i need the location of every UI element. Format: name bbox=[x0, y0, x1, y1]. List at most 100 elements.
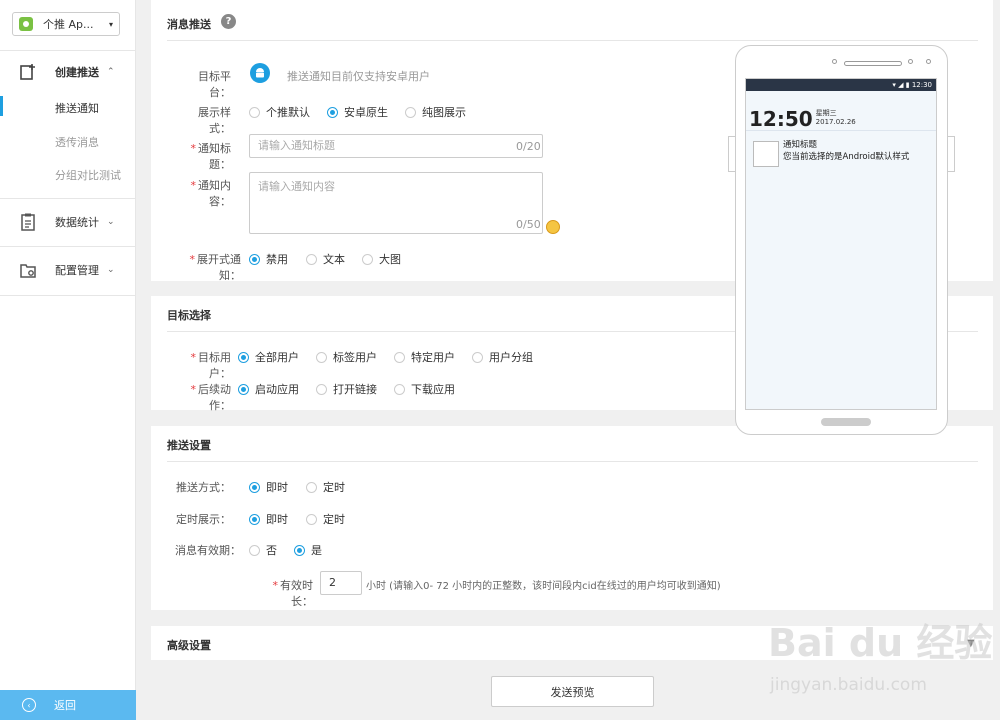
section-title: 消息推送 bbox=[167, 18, 211, 31]
push-mode-label: 推送方式： bbox=[176, 481, 231, 494]
notif-title: 通知标题 bbox=[783, 140, 818, 150]
back-button[interactable]: ‹ 返回 bbox=[0, 690, 136, 720]
radio-circle bbox=[362, 253, 373, 265]
nav-config[interactable]: 配置管理 ⌄ bbox=[0, 260, 136, 280]
radio-circle-selected bbox=[294, 544, 305, 556]
radio-label: 定时 bbox=[323, 513, 345, 526]
radio-launch-app[interactable]: 启动应用 bbox=[238, 381, 299, 397]
radio-circle bbox=[405, 106, 416, 118]
chevron-up-icon: ⌃ bbox=[107, 67, 115, 77]
radio-label: 文本 bbox=[323, 253, 345, 266]
radio-label: 打开链接 bbox=[333, 383, 377, 396]
divider bbox=[0, 295, 136, 296]
nav-config-label: 配置管理 bbox=[55, 264, 99, 277]
radio-label: 大图 bbox=[379, 253, 401, 266]
dropdown-arrow-icon: ▾ bbox=[108, 19, 113, 29]
back-arrow-icon: ‹ bbox=[22, 698, 36, 712]
app-selector[interactable]: 个推 Ap... ▾ bbox=[12, 12, 120, 36]
divider bbox=[0, 50, 136, 51]
radio-circle-selected bbox=[249, 481, 260, 493]
radio-user-group[interactable]: 用户分组 bbox=[472, 349, 533, 365]
radio-label: 即时 bbox=[266, 481, 288, 494]
radio-label: 启动应用 bbox=[255, 383, 299, 396]
radio-expand-image[interactable]: 大图 bbox=[362, 251, 401, 267]
config-icon bbox=[18, 260, 38, 280]
validity-label: 消息有效期： bbox=[175, 544, 241, 557]
radio-circle-selected bbox=[238, 383, 249, 395]
side-button bbox=[728, 136, 736, 172]
radio-label: 安卓原生 bbox=[344, 106, 388, 119]
radio-label: 是 bbox=[311, 544, 322, 557]
platform-note: 推送通知目前仅支持安卓用户 bbox=[287, 70, 430, 83]
radio-style-default[interactable]: 个推默认 bbox=[249, 104, 310, 120]
radio-circle bbox=[306, 253, 317, 265]
radio-style-image[interactable]: 纯图展示 bbox=[405, 104, 466, 120]
followup-action-label: * 后续动作： bbox=[190, 383, 232, 412]
emoji-icon[interactable] bbox=[546, 220, 560, 234]
sidebar-item-passthrough-message[interactable]: 透传消息 bbox=[55, 134, 99, 150]
clock-time: 12:50 bbox=[749, 107, 813, 131]
help-icon[interactable]: ? bbox=[221, 14, 236, 29]
divider bbox=[0, 246, 136, 247]
duration-note: 小时 (请输入0- 72 小时内的正整数，该时间段内cid在线过的用户均可收到通… bbox=[366, 581, 721, 592]
notif-content-textarea[interactable]: 请输入通知内容 bbox=[249, 172, 543, 234]
radio-label: 即时 bbox=[266, 513, 288, 526]
notif-text: 通知标题 您当前选择的是Android默认样式 bbox=[783, 139, 909, 167]
radio-circle bbox=[472, 351, 483, 363]
radio-display-instant[interactable]: 即时 bbox=[249, 511, 288, 527]
radio-expand-text[interactable]: 文本 bbox=[306, 251, 345, 267]
radio-display-scheduled[interactable]: 定时 bbox=[306, 511, 345, 527]
radio-style-native[interactable]: 安卓原生 bbox=[327, 104, 388, 120]
style-label: 展示样式： bbox=[198, 106, 231, 135]
app-logo-icon bbox=[19, 17, 33, 31]
notif-body: 您当前选择的是Android默认样式 bbox=[783, 152, 910, 162]
radio-label: 禁用 bbox=[266, 253, 288, 266]
sensor-dot bbox=[926, 59, 931, 64]
send-preview-button[interactable]: 发送预览 bbox=[491, 676, 654, 707]
signal-icons: ▾ ◢ ▮ bbox=[892, 81, 912, 89]
radio-push-scheduled[interactable]: 定时 bbox=[306, 479, 345, 495]
sidebar-item-push-notification[interactable]: 推送通知 bbox=[55, 100, 99, 116]
radio-circle bbox=[306, 513, 317, 525]
clock-date: 星期三 2017.02.26 bbox=[815, 109, 856, 126]
status-time: 12:30 bbox=[911, 81, 932, 89]
radio-validity-yes[interactable]: 是 bbox=[294, 542, 322, 558]
notif-title-input[interactable]: 请输入通知标题 bbox=[249, 134, 543, 158]
radio-circle bbox=[394, 383, 405, 395]
radio-label: 定时 bbox=[323, 481, 345, 494]
duration-input[interactable]: 2 bbox=[320, 571, 362, 595]
nav-data-stats[interactable]: 数据统计 ⌄ bbox=[0, 212, 136, 232]
radio-tag-users[interactable]: 标签用户 bbox=[316, 349, 377, 365]
radio-specific-users[interactable]: 特定用户 bbox=[394, 349, 455, 365]
divider bbox=[167, 461, 978, 462]
sensor-dot bbox=[908, 59, 913, 64]
section-title: 高级设置 bbox=[167, 639, 211, 652]
radio-label: 下载应用 bbox=[411, 383, 455, 396]
radio-validity-no[interactable]: 否 bbox=[249, 542, 277, 558]
radio-all-users[interactable]: 全部用户 bbox=[238, 349, 299, 365]
lock-clock: 12:50 星期三 2017.02.26 bbox=[746, 91, 936, 131]
nav-create-push[interactable]: 创建推送 ⌃ bbox=[0, 62, 136, 82]
watermark-logo: Bai du 经验 bbox=[768, 621, 993, 665]
content-counter: 0/50 bbox=[516, 218, 541, 231]
radio-circle bbox=[394, 351, 405, 363]
section-title: 推送设置 bbox=[167, 439, 211, 452]
back-label: 返回 bbox=[54, 699, 76, 712]
notif-content-label: * 通知内容： bbox=[190, 179, 232, 208]
clipboard-icon bbox=[18, 212, 38, 232]
divider bbox=[167, 40, 978, 41]
radio-circle-selected bbox=[249, 253, 260, 265]
android-icon bbox=[250, 63, 270, 83]
active-indicator bbox=[0, 96, 3, 116]
radio-push-instant[interactable]: 即时 bbox=[249, 479, 288, 495]
radio-open-link[interactable]: 打开链接 bbox=[316, 381, 377, 397]
radio-circle-selected bbox=[327, 106, 338, 118]
sidebar: 个推 Ap... ▾ 创建推送 ⌃ 推送通知 透传消息 分组对比测试 数据统计 … bbox=[0, 0, 136, 720]
nav-data-stats-label: 数据统计 bbox=[55, 216, 99, 229]
sidebar-item-ab-test[interactable]: 分组对比测试 bbox=[55, 167, 121, 183]
radio-download-app[interactable]: 下载应用 bbox=[394, 381, 455, 397]
target-user-label: * 目标用户： bbox=[190, 351, 232, 380]
radio-expand-disabled[interactable]: 禁用 bbox=[249, 251, 288, 267]
radio-label: 否 bbox=[266, 544, 277, 557]
radio-circle bbox=[249, 106, 260, 118]
